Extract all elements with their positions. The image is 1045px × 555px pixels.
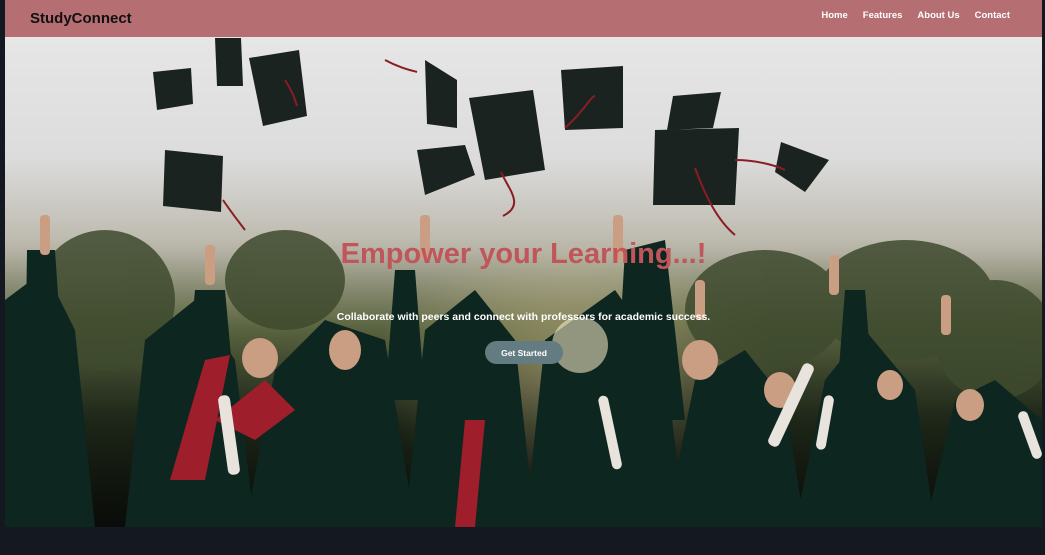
nav-link-about-us[interactable]: About Us [917,10,959,21]
hero-headline: Empower your Learning...! [340,238,707,270]
get-started-button[interactable]: Get Started [485,341,563,364]
brand-logo[interactable]: StudyConnect [30,10,132,27]
nav-link-features[interactable]: Features [863,10,903,21]
nav-link-contact[interactable]: Contact [975,10,1010,21]
hero-subtitle: Collaborate with peers and connect with … [336,311,711,323]
hero-section: StudyConnect Home Features About Us Cont… [5,0,1042,527]
navbar: StudyConnect Home Features About Us Cont… [5,0,1042,37]
nav-links: Home Features About Us Contact [821,10,1010,21]
nav-link-home[interactable]: Home [821,10,847,21]
